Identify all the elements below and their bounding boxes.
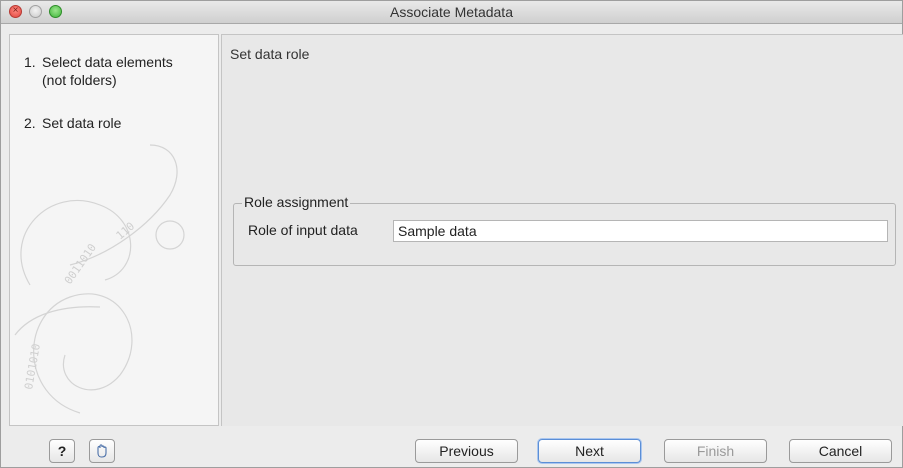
help-button[interactable]: ? [49, 439, 75, 463]
page-title: Set data role [230, 46, 310, 62]
previous-button[interactable]: Previous [415, 439, 518, 463]
content-panel: Set data role Role assignment Role of in… [221, 34, 903, 426]
question-icon: ? [57, 443, 67, 459]
role-assignment-group: Role assignment Role of input data Sampl… [233, 194, 896, 266]
finish-button[interactable]: Finish [664, 439, 767, 463]
dialog-window: × Associate Metadata 1. Select data eleme… [0, 0, 903, 468]
svg-text:0101010: 0101010 [22, 343, 43, 391]
svg-text:110: 110 [114, 220, 138, 243]
cancel-button[interactable]: Cancel [789, 439, 892, 463]
window-title: Associate Metadata [390, 4, 513, 20]
wizard-steps-panel: 1. Select data elements (not folders) 2. S… [9, 34, 219, 426]
decorative-swirl-logo: 0011010 0101010 110 [14, 144, 185, 414]
button-bar: ? Previous Next Finish Cancel [1, 426, 902, 468]
undo-defaults-button[interactable] [89, 439, 115, 463]
group-title: Role assignment [242, 194, 351, 210]
role-label: Role of input data [248, 222, 358, 238]
title-bar: × Associate Metadata [1, 1, 902, 24]
undo-hand-icon [97, 444, 107, 458]
role-input[interactable]: Sample data [393, 220, 888, 242]
svg-text:0011010: 0011010 [62, 241, 99, 286]
next-button[interactable]: Next [538, 439, 641, 463]
